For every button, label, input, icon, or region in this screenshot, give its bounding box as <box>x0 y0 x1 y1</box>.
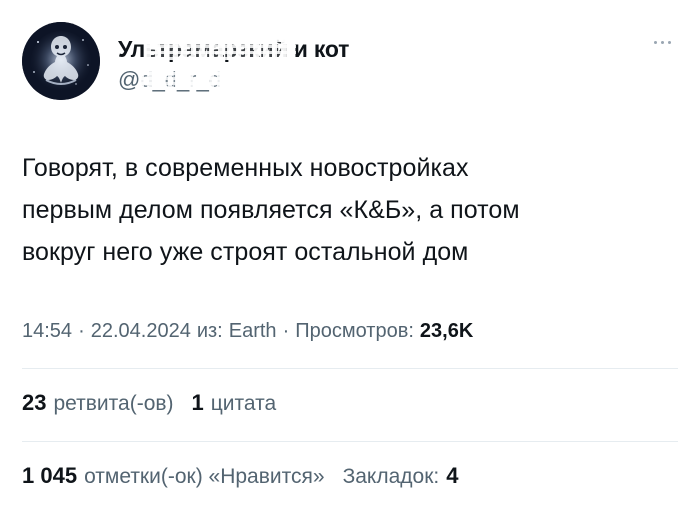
author-handle[interactable]: @d_d_r_d <box>118 67 221 93</box>
likes-label: отметки(-ок) «Нравится» <box>84 465 325 488</box>
meta-separator: · <box>78 319 85 342</box>
quotes-stat[interactable]: 1 цитата <box>192 390 277 416</box>
quotes-count: 1 <box>191 390 204 415</box>
avatar-image <box>22 22 100 100</box>
tweet: Ультрамарзкий и кот @d_d_r_d Говорят, в … <box>0 0 700 509</box>
stats-row-engagement: 1 045 отметки(-ок) «Нравится» Закладок: … <box>22 461 477 491</box>
views-label: Просмотров: <box>295 319 414 342</box>
retweets-stat[interactable]: 23 ретвита(-ов) <box>22 390 174 416</box>
author-display-name[interactable]: Ультрамарзкий и кот <box>118 36 349 63</box>
tweet-date[interactable]: 22.04.2024 <box>91 320 191 343</box>
likes-count: 1 045 <box>22 463 78 488</box>
more-dot <box>667 40 671 44</box>
tweet-header: Ультрамарзкий и кот @d_d_r_d <box>0 0 700 120</box>
divider <box>22 441 678 442</box>
views-count[interactable]: 23,6K <box>420 320 473 343</box>
quotes-label: цитата <box>210 392 277 415</box>
stats-row-reposts: 23 ретвита(-ов) 1 цитата <box>22 388 294 418</box>
more-dot <box>660 40 664 44</box>
tweet-meta: 14:54 · 22.04.2024 из: Earth · Просмотро… <box>22 316 473 346</box>
tweet-text: Говорят, в современных новостройках перв… <box>22 154 520 266</box>
avatar[interactable] <box>22 22 100 100</box>
divider <box>22 368 678 369</box>
bookmarks-count: 4 <box>446 463 459 488</box>
bookmarks-stat[interactable]: Закладок: 4 <box>343 463 459 489</box>
likes-stat[interactable]: 1 045 отметки(-ок) «Нравится» <box>22 463 325 489</box>
more-dot <box>653 40 657 44</box>
meta-separator: · <box>282 319 290 342</box>
more-options-button[interactable] <box>640 29 684 55</box>
more-horizontal-icon <box>653 40 671 44</box>
tweet-source[interactable]: Earth <box>229 320 277 343</box>
bookmarks-label: Закладок: <box>342 465 440 488</box>
retweets-label: ретвита(-ов) <box>53 392 174 415</box>
source-prefix: из: <box>196 319 223 342</box>
retweets-count: 23 <box>22 390 47 415</box>
tweet-time[interactable]: 14:54 <box>22 320 72 343</box>
